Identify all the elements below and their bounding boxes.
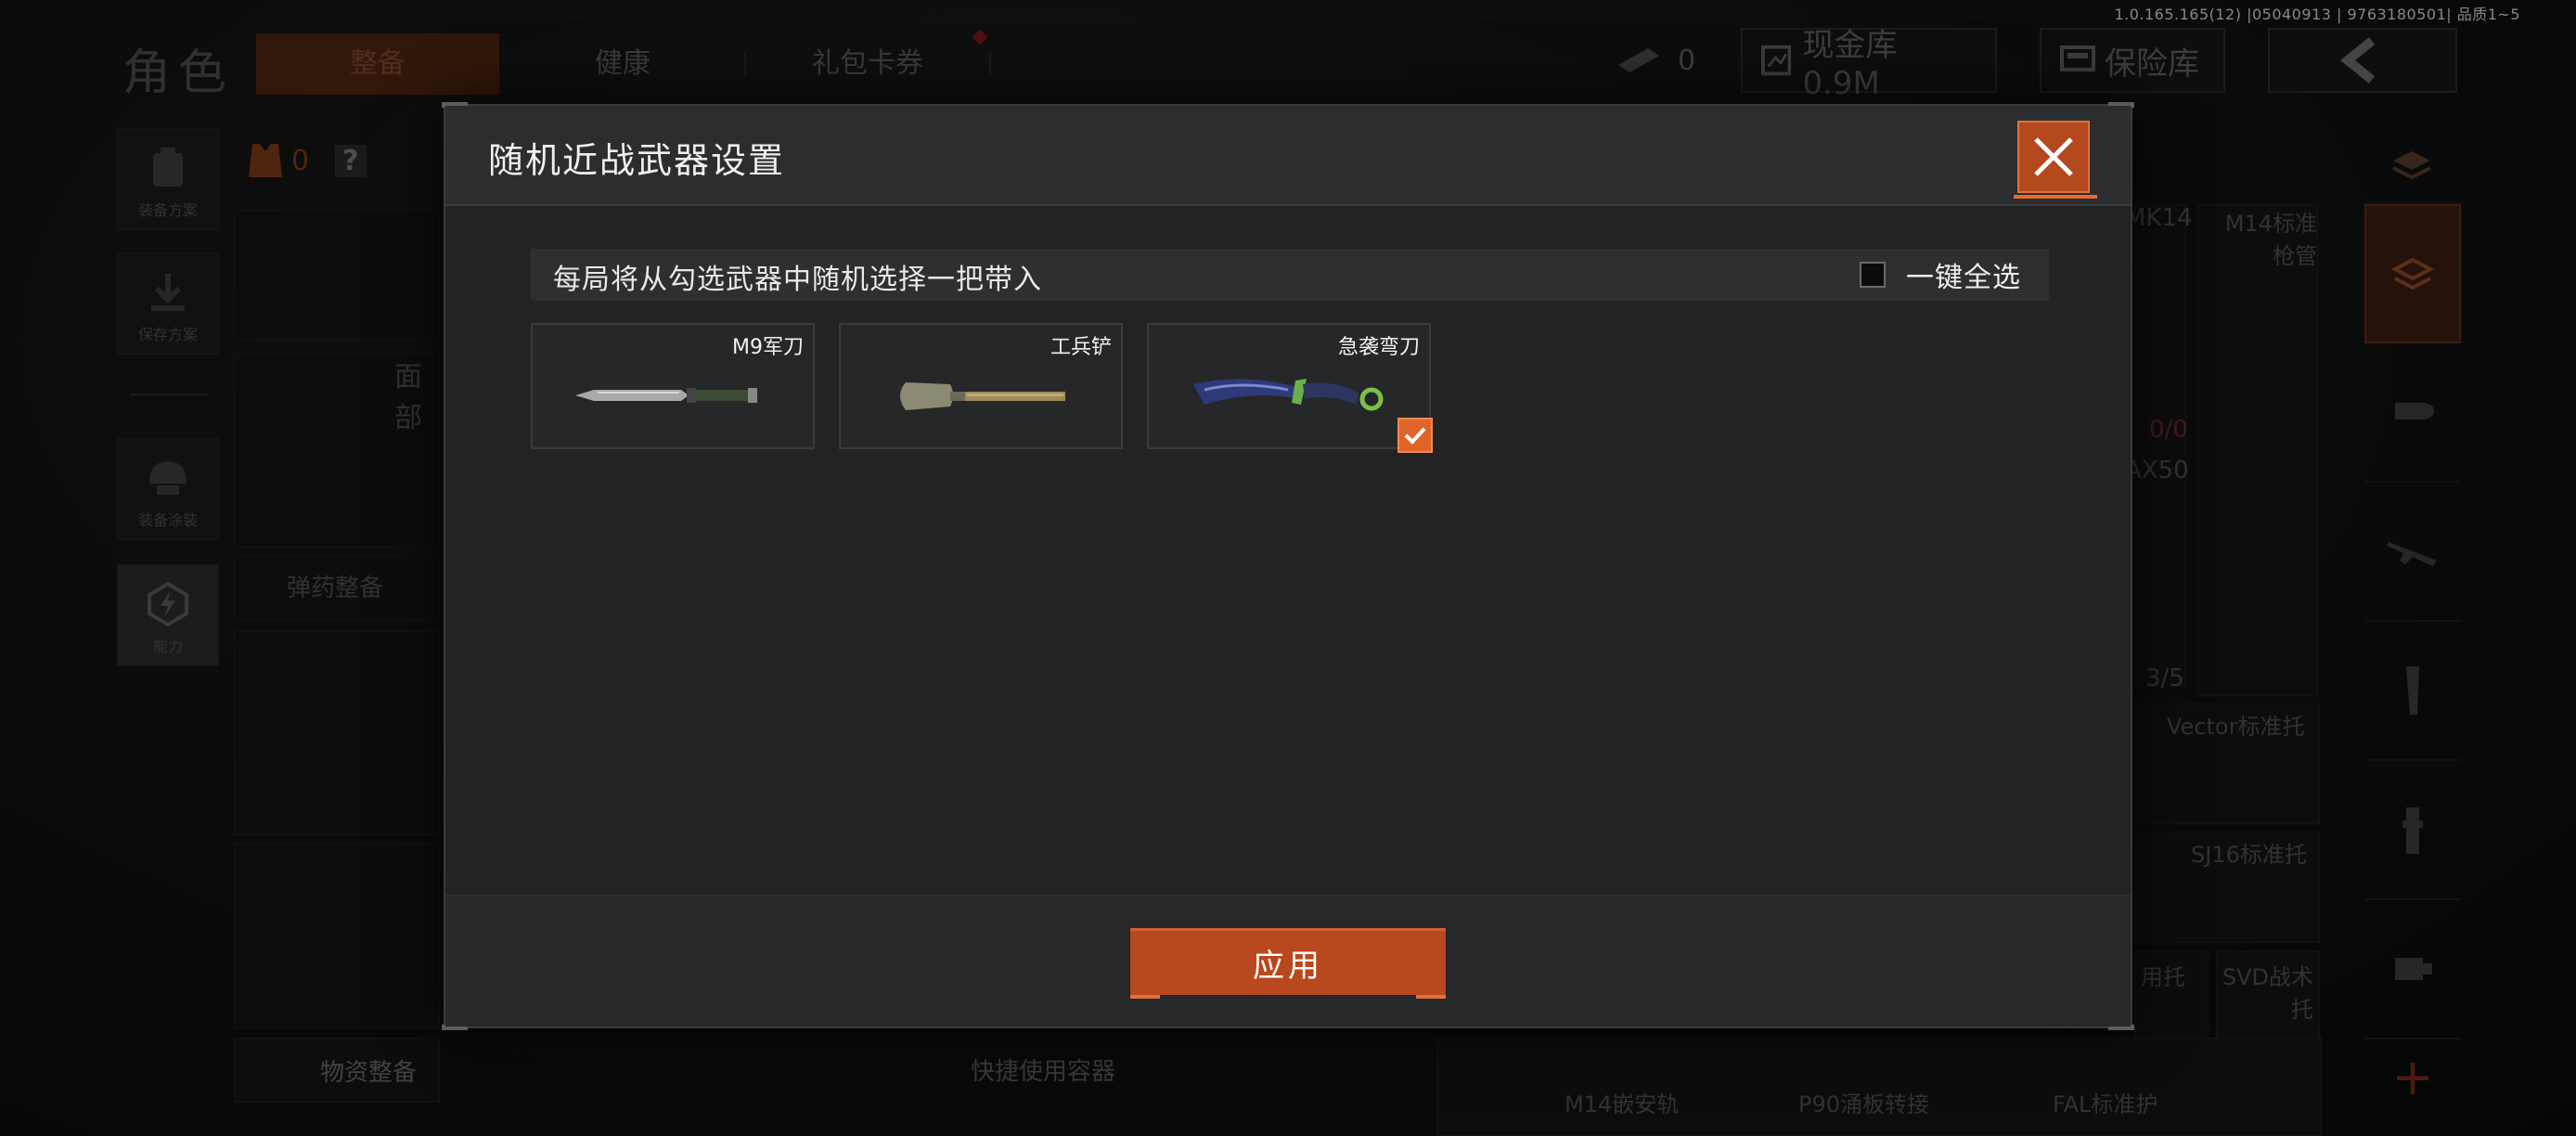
weapon-card-karambit[interactable]: 急袭弯刀: [1147, 323, 1433, 453]
weapon-card-shovel[interactable]: 工兵铲: [839, 323, 1123, 449]
dialog-title: 随机近战武器设置: [488, 140, 786, 181]
weapon-name: M9军刀: [732, 336, 804, 359]
weapon-name: 急袭弯刀: [1337, 336, 1420, 359]
entrenching-shovel-icon: [900, 382, 1065, 410]
dialog-header: 随机近战武器设置: [445, 106, 2131, 206]
instruction-bar: 每局将从勾选武器中随机选择一把带入 一键全选: [531, 249, 2049, 301]
checkmark-icon: [1404, 427, 1426, 445]
select-all-label: 一键全选: [1906, 262, 2021, 294]
karambit-knife-icon: [1193, 379, 1384, 411]
close-icon: [2034, 137, 2073, 176]
random-melee-dialog: 随机近战武器设置 每局将从勾选武器中随机选择一把带入 一键全选 M9军刀 工兵铲: [442, 102, 2134, 1030]
weapon-checkbox-checked[interactable]: [1397, 418, 1433, 453]
weapon-name: 工兵铲: [1050, 336, 1112, 359]
weapon-card-m9[interactable]: M9军刀: [531, 323, 815, 449]
bayonet-knife-icon: [575, 388, 757, 403]
select-all-toggle[interactable]: 一键全选: [1860, 254, 2021, 295]
instruction-text: 每局将从勾选武器中随机选择一把带入: [553, 264, 1042, 296]
select-all-checkbox[interactable]: [1860, 262, 1886, 288]
close-button[interactable]: [2014, 121, 2097, 199]
apply-button[interactable]: 应用: [1130, 928, 1446, 999]
